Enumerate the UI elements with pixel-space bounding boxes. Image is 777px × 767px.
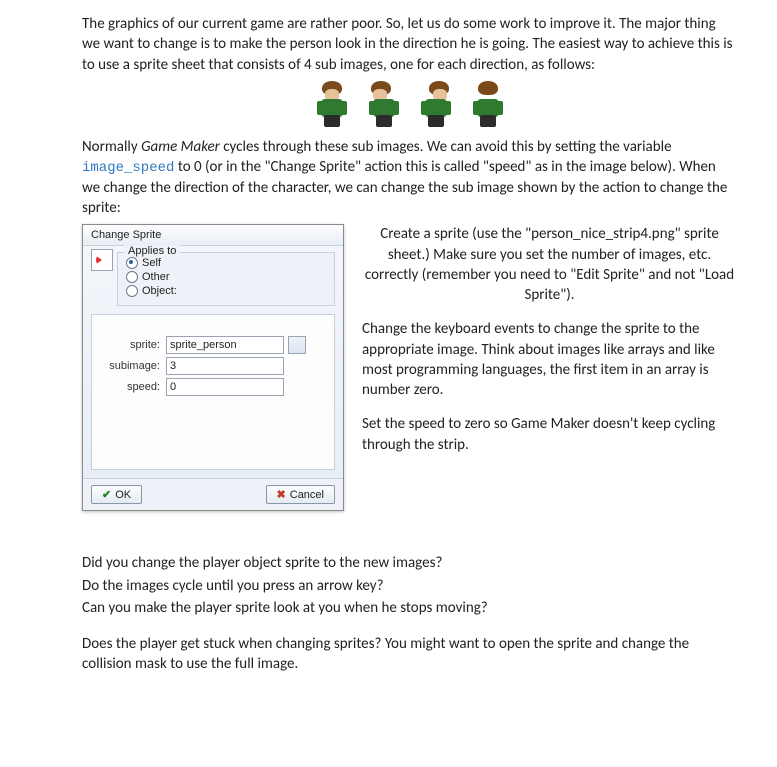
check-icon: ✔ [102, 488, 111, 501]
ok-button[interactable]: ✔ OK [91, 485, 142, 504]
sprite-picker-button[interactable] [288, 336, 306, 354]
radio-label: Self [142, 257, 161, 269]
action-icon [91, 249, 113, 271]
question-3: Can you make the player sprite look at y… [82, 598, 737, 618]
text: Normally [82, 138, 141, 156]
game-maker-name: Game Maker [141, 138, 220, 156]
speed-input[interactable]: 0 [166, 378, 284, 396]
radio-icon [126, 257, 138, 269]
sprite-frame-up [471, 81, 505, 127]
radio-object[interactable]: Object: [126, 285, 326, 297]
sprite-frame-down [315, 81, 349, 127]
radio-label: Other [142, 271, 170, 283]
document-page: The graphics of our current game are rat… [0, 0, 777, 691]
sprite-frame-right [419, 81, 453, 127]
sprite-label: sprite: [102, 339, 160, 351]
change-sprite-dialog: Change Sprite Applies to Self Other Obje… [82, 224, 344, 511]
radio-icon [126, 271, 138, 283]
button-label: OK [115, 489, 131, 501]
applies-to-group: Applies to Self Other Object: [117, 252, 335, 306]
dialog-title: Change Sprite [83, 225, 343, 246]
dialog-form: sprite: sprite_person subimage: 3 speed:… [91, 314, 335, 470]
radio-label: Object: [142, 285, 177, 297]
text: to 0 (or in the "Change Sprite" action t… [82, 158, 727, 217]
sprite-sheet-illustration [82, 81, 737, 127]
text: cycles through these sub images. We can … [220, 138, 672, 156]
instruction-keyboard-events: Change the keyboard events to change the… [362, 319, 737, 400]
cancel-button[interactable]: ✖ Cancel [266, 485, 335, 504]
question-1: Did you change the player object sprite … [82, 553, 737, 573]
button-label: Cancel [290, 489, 324, 501]
intro-paragraph: The graphics of our current game are rat… [82, 14, 737, 75]
instruction-create-sprite: Create a sprite (use the "person_nice_st… [362, 224, 737, 305]
speed-label: speed: [102, 381, 160, 393]
sprite-frame-left [367, 81, 401, 127]
subimage-label: subimage: [102, 360, 160, 372]
radio-self[interactable]: Self [126, 257, 326, 269]
radio-other[interactable]: Other [126, 271, 326, 283]
question-2: Do the images cycle until you press an a… [82, 576, 737, 596]
code-image-speed: image_speed [82, 160, 174, 176]
collision-mask-note: Does the player get stuck when changing … [82, 634, 737, 675]
explanation-paragraph: Normally Game Maker cycles through these… [82, 137, 737, 219]
close-icon: ✖ [277, 488, 286, 501]
radio-icon [126, 285, 138, 297]
question-block: Did you change the player object sprite … [82, 553, 737, 618]
applies-to-legend: Applies to [124, 245, 180, 257]
subimage-input[interactable]: 3 [166, 357, 284, 375]
instruction-speed-zero: Set the speed to zero so Game Maker does… [362, 414, 737, 455]
sprite-input[interactable]: sprite_person [166, 336, 284, 354]
